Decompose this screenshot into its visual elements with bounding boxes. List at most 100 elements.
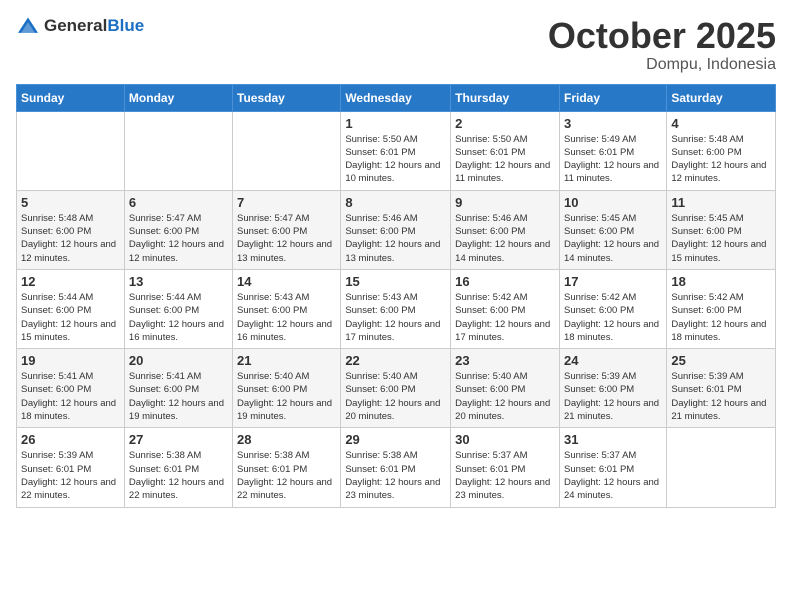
weekday-header: Monday [124,84,232,111]
logo: GeneralBlue [16,16,144,36]
calendar-day-cell: 20 Sunrise: 5:41 AM Sunset: 6:00 PM Dayli… [124,349,232,428]
day-number: 27 [129,432,228,447]
day-number: 30 [455,432,555,447]
day-info: Sunrise: 5:47 AM Sunset: 6:00 PM Dayligh… [237,212,336,265]
calendar-day-cell: 30 Sunrise: 5:37 AM Sunset: 6:01 PM Dayli… [451,428,560,507]
calendar-day-cell: 8Sunrise: 5:46 AM Sunset: 6:00 PM Daylig… [341,190,451,269]
day-number: 1 [345,116,446,131]
calendar-day-cell: 27Sunrise: 5:38 AM Sunset: 6:01 PM Dayli… [124,428,232,507]
day-info: Sunrise: 5:39 AM Sunset: 6:01 PM Dayligh… [671,370,771,423]
calendar-day-cell: 28 Sunrise: 5:38 AM Sunset: 6:01 PM Dayli… [233,428,341,507]
weekday-header: Saturday [667,84,776,111]
day-number: 23 [455,353,555,368]
day-number: 6 [129,195,228,210]
day-info: Sunrise: 5:45 AM Sunset: 6:00 PM Dayligh… [671,212,771,265]
day-info: Sunrise: 5:43 AM Sunset: 6:00 PM Dayligh… [237,291,336,344]
page-header: GeneralBlue October 2025 Dompu, Indonesi… [16,16,776,74]
title-block: October 2025 Dompu, Indonesia [548,16,776,74]
calendar-day-cell [667,428,776,507]
calendar-day-cell: 3 Sunrise: 5:49 AM Sunset: 6:01 PM Daylig… [559,111,666,190]
day-info: Sunrise: 5:49 AM Sunset: 6:01 PM Dayligh… [564,133,662,186]
day-info: Sunrise: 5:41 AM Sunset: 6:00 PM Dayligh… [21,370,120,423]
calendar-week-row: 26 Sunrise: 5:39 AM Sunset: 6:01 PM Dayli… [17,428,776,507]
calendar-day-cell: 12 Sunrise: 5:44 AM Sunset: 6:00 PM Dayli… [17,269,125,348]
day-info: Sunrise: 5:43 AM Sunset: 6:00 PM Dayligh… [345,291,446,344]
day-number: 7 [237,195,336,210]
day-info: Sunrise: 5:38 AM Sunset: 6:01 PM Dayligh… [345,449,446,502]
logo-icon [16,16,40,36]
day-number: 31 [564,432,662,447]
day-number: 26 [21,432,120,447]
calendar-day-cell: 6 Sunrise: 5:47 AM Sunset: 6:00 PM Daylig… [124,190,232,269]
calendar-day-cell: 7 Sunrise: 5:47 AM Sunset: 6:00 PM Daylig… [233,190,341,269]
day-info: Sunrise: 5:41 AM Sunset: 6:00 PM Dayligh… [129,370,228,423]
weekday-header: Sunday [17,84,125,111]
calendar-day-cell: 21Sunrise: 5:40 AM Sunset: 6:00 PM Dayli… [233,349,341,428]
location-title: Dompu, Indonesia [548,56,776,74]
day-number: 29 [345,432,446,447]
day-info: Sunrise: 5:40 AM Sunset: 6:00 PM Dayligh… [455,370,555,423]
calendar-day-cell [17,111,125,190]
calendar-day-cell: 10Sunrise: 5:45 AM Sunset: 6:00 PM Dayli… [559,190,666,269]
day-info: Sunrise: 5:40 AM Sunset: 6:00 PM Dayligh… [237,370,336,423]
day-info: Sunrise: 5:50 AM Sunset: 6:01 PM Dayligh… [455,133,555,186]
day-number: 17 [564,274,662,289]
weekday-header: Wednesday [341,84,451,111]
calendar-day-cell: 31 Sunrise: 5:37 AM Sunset: 6:01 PM Dayli… [559,428,666,507]
day-info: Sunrise: 5:44 AM Sunset: 6:00 PM Dayligh… [21,291,120,344]
calendar-day-cell: 15 Sunrise: 5:43 AM Sunset: 6:00 PM Dayli… [341,269,451,348]
day-number: 20 [129,353,228,368]
day-info: Sunrise: 5:42 AM Sunset: 6:00 PM Dayligh… [671,291,771,344]
calendar-day-cell: 26 Sunrise: 5:39 AM Sunset: 6:01 PM Dayli… [17,428,125,507]
calendar-day-cell: 24Sunrise: 5:39 AM Sunset: 6:00 PM Dayli… [559,349,666,428]
day-number: 8 [345,195,446,210]
calendar-week-row: 19 Sunrise: 5:41 AM Sunset: 6:00 PM Dayli… [17,349,776,428]
day-info: Sunrise: 5:47 AM Sunset: 6:00 PM Dayligh… [129,212,228,265]
calendar-day-cell: 19 Sunrise: 5:41 AM Sunset: 6:00 PM Dayli… [17,349,125,428]
calendar-day-cell: 13 Sunrise: 5:44 AM Sunset: 6:00 PM Dayli… [124,269,232,348]
calendar-day-cell: 17 Sunrise: 5:42 AM Sunset: 6:00 PM Dayli… [559,269,666,348]
day-number: 9 [455,195,555,210]
day-info: Sunrise: 5:50 AM Sunset: 6:01 PM Dayligh… [345,133,446,186]
calendar-day-cell: 18 Sunrise: 5:42 AM Sunset: 6:00 PM Dayli… [667,269,776,348]
calendar-day-cell: 1 Sunrise: 5:50 AM Sunset: 6:01 PM Daylig… [341,111,451,190]
calendar-day-cell: 11 Sunrise: 5:45 AM Sunset: 6:00 PM Dayli… [667,190,776,269]
calendar-table: SundayMondayTuesdayWednesdayThursdayFrid… [16,84,776,508]
day-info: Sunrise: 5:39 AM Sunset: 6:00 PM Dayligh… [564,370,662,423]
calendar-day-cell: 4 Sunrise: 5:48 AM Sunset: 6:00 PM Daylig… [667,111,776,190]
day-info: Sunrise: 5:42 AM Sunset: 6:00 PM Dayligh… [564,291,662,344]
day-number: 22 [345,353,446,368]
day-number: 19 [21,353,120,368]
day-info: Sunrise: 5:48 AM Sunset: 6:00 PM Dayligh… [21,212,120,265]
day-info: Sunrise: 5:44 AM Sunset: 6:00 PM Dayligh… [129,291,228,344]
day-number: 4 [671,116,771,131]
weekday-header-row: SundayMondayTuesdayWednesdayThursdayFrid… [17,84,776,111]
calendar-day-cell [124,111,232,190]
day-number: 28 [237,432,336,447]
day-number: 12 [21,274,120,289]
day-info: Sunrise: 5:37 AM Sunset: 6:01 PM Dayligh… [455,449,555,502]
calendar-day-cell: 23 Sunrise: 5:40 AM Sunset: 6:00 PM Dayli… [451,349,560,428]
day-number: 5 [21,195,120,210]
day-info: Sunrise: 5:39 AM Sunset: 6:01 PM Dayligh… [21,449,120,502]
month-title: October 2025 [548,16,776,56]
calendar-day-cell [233,111,341,190]
calendar-day-cell: 25Sunrise: 5:39 AM Sunset: 6:01 PM Dayli… [667,349,776,428]
day-number: 16 [455,274,555,289]
day-info: Sunrise: 5:37 AM Sunset: 6:01 PM Dayligh… [564,449,662,502]
day-number: 2 [455,116,555,131]
day-info: Sunrise: 5:38 AM Sunset: 6:01 PM Dayligh… [237,449,336,502]
day-number: 18 [671,274,771,289]
logo-blue: Blue [107,16,144,35]
day-number: 3 [564,116,662,131]
day-number: 13 [129,274,228,289]
calendar-day-cell: 16Sunrise: 5:42 AM Sunset: 6:00 PM Dayli… [451,269,560,348]
calendar-day-cell: 29 Sunrise: 5:38 AM Sunset: 6:01 PM Dayli… [341,428,451,507]
calendar-day-cell: 2 Sunrise: 5:50 AM Sunset: 6:01 PM Daylig… [451,111,560,190]
calendar-week-row: 1 Sunrise: 5:50 AM Sunset: 6:01 PM Daylig… [17,111,776,190]
day-number: 15 [345,274,446,289]
day-number: 11 [671,195,771,210]
day-info: Sunrise: 5:48 AM Sunset: 6:00 PM Dayligh… [671,133,771,186]
calendar-week-row: 12 Sunrise: 5:44 AM Sunset: 6:00 PM Dayli… [17,269,776,348]
weekday-header: Friday [559,84,666,111]
